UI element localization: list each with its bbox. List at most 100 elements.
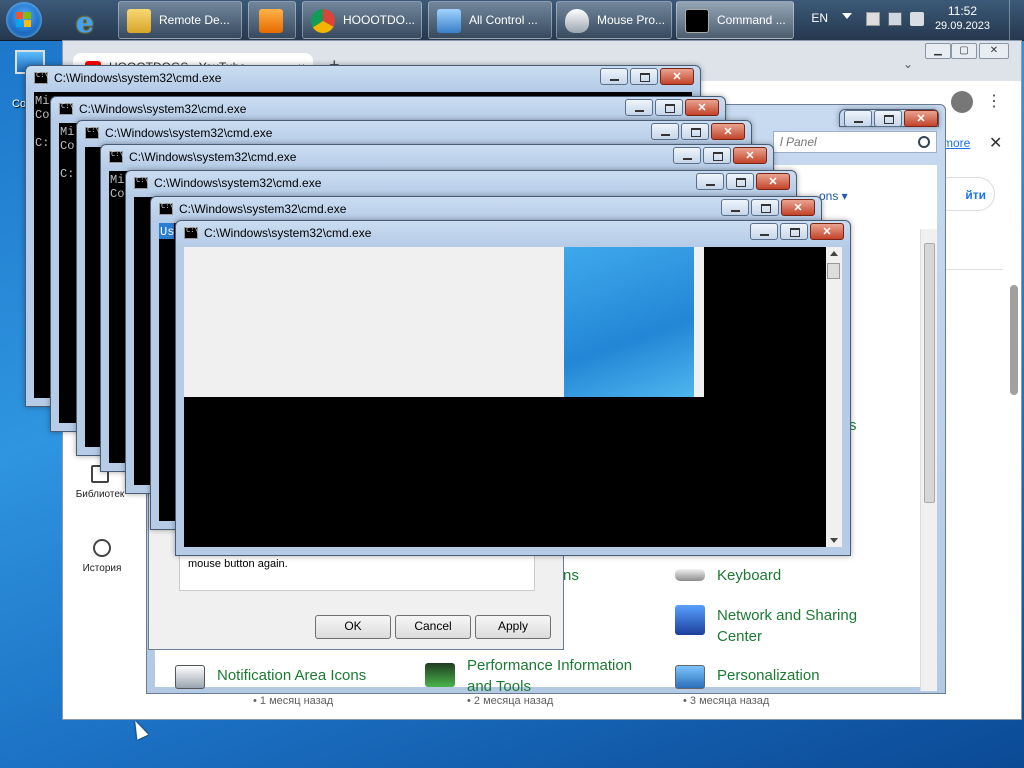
console-scrollbar[interactable]: [826, 247, 842, 547]
media-player-icon: [259, 9, 283, 33]
maximize-button[interactable]: [780, 223, 808, 240]
profile-avatar-icon[interactable]: [951, 91, 973, 113]
taskbar-remote-desktop[interactable]: Remote De...: [118, 1, 242, 39]
close-button[interactable]: [756, 173, 790, 190]
network-icon[interactable]: [888, 12, 902, 26]
cp-minimize-button[interactable]: [844, 110, 872, 127]
chrome-icon: [311, 9, 335, 33]
personalization-icon: [675, 665, 705, 689]
control-panel-scrollbar[interactable]: [920, 229, 937, 691]
taskbar-mouse-properties[interactable]: Mouse Pro...: [556, 1, 672, 39]
browser-close-button[interactable]: ✕: [979, 43, 1009, 59]
cmd-icon: [34, 71, 49, 84]
start-button[interactable]: [6, 2, 42, 38]
video-age: • 3 месяца назад: [683, 695, 770, 707]
cp-item-personalization[interactable]: Personalization: [675, 665, 820, 689]
console-output[interactable]: [184, 247, 842, 547]
history-icon: [93, 539, 111, 557]
control-panel-icon: [437, 9, 461, 33]
control-panel-search-input[interactable]: l Panel: [773, 131, 937, 153]
window-title: C:\Windows\system32\cmd.exe: [204, 226, 372, 240]
video-age: • 1 месяц назад: [253, 695, 334, 707]
windows-logo-icon: [16, 12, 32, 28]
volume-muted-icon[interactable]: [910, 12, 924, 26]
maximize-button[interactable]: [703, 147, 731, 164]
notice-close-icon[interactable]: ✕: [989, 133, 1002, 153]
maximize-button[interactable]: [630, 68, 658, 85]
partial-item-label: ns: [563, 567, 579, 584]
sidebar-item-history[interactable]: История: [67, 539, 137, 574]
cmd-icon: [159, 202, 174, 215]
maximize-button[interactable]: [726, 173, 754, 190]
window-title: C:\Windows\system32\cmd.exe: [179, 202, 347, 216]
browser-minimize-button[interactable]: ▁: [925, 43, 951, 59]
cmd-icon: [85, 126, 100, 139]
minimize-button[interactable]: [696, 173, 724, 190]
cp-item-network-sharing[interactable]: Network and Sharing Center: [675, 605, 887, 647]
folder-icon: [127, 9, 151, 33]
maximize-button[interactable]: [681, 123, 709, 140]
notification-area-icon: [175, 665, 205, 689]
ghost-wallpaper-region: [564, 247, 694, 397]
close-button[interactable]: [660, 68, 694, 85]
browser-scrollbar[interactable]: [1007, 285, 1021, 395]
taskbar-media-player[interactable]: [248, 1, 296, 39]
clock[interactable]: 11:52 29.09.2023: [935, 4, 990, 34]
network-icon: [675, 605, 705, 635]
show-desktop-button[interactable]: [1009, 0, 1024, 40]
ok-button[interactable]: OK: [315, 615, 391, 639]
mouse-icon: [565, 9, 589, 33]
window-title: C:\Windows\system32\cmd.exe: [154, 176, 322, 190]
taskbar-command-prompt[interactable]: Command ...: [676, 1, 794, 39]
window-title: C:\Windows\system32\cmd.exe: [79, 102, 247, 116]
window-title: C:\Windows\system32\cmd.exe: [54, 71, 222, 85]
taskbar-control-panel[interactable]: All Control ...: [428, 1, 552, 39]
close-button[interactable]: [711, 123, 745, 140]
cp-item-performance[interactable]: Performance Information and Tools: [425, 655, 657, 697]
ghost-scrollbar: [694, 247, 704, 397]
cp-close-button[interactable]: [904, 110, 938, 127]
action-center-icon[interactable]: [866, 12, 880, 26]
cmd-icon: [184, 226, 199, 239]
minimize-button[interactable]: [651, 123, 679, 140]
ghost-dialog-region: [184, 247, 564, 397]
cancel-button[interactable]: Cancel: [395, 615, 471, 639]
keyboard-icon: [675, 569, 705, 581]
search-icon: [918, 136, 930, 148]
divider: [943, 269, 1003, 270]
browser-menu-icon[interactable]: ⋮: [986, 91, 1002, 111]
close-button[interactable]: [781, 199, 815, 216]
performance-icon: [425, 663, 455, 687]
cmd-icon: [134, 176, 149, 189]
view-by-dropdown[interactable]: ons ▾: [819, 189, 848, 203]
minimize-button[interactable]: [600, 68, 628, 85]
cp-item-keyboard[interactable]: Keyboard: [675, 565, 781, 586]
internet-explorer-icon[interactable]: e: [64, 2, 110, 39]
taskbar: e Remote De... HOOOTDO... All Control ..…: [0, 0, 1024, 41]
language-indicator[interactable]: EN: [811, 11, 828, 25]
notice-more-link[interactable]: more: [943, 136, 970, 150]
window-title: C:\Windows\system32\cmd.exe: [105, 126, 273, 140]
minimize-button[interactable]: [625, 99, 653, 116]
minimize-button[interactable]: [750, 223, 778, 240]
browser-maximize-button[interactable]: ▢: [951, 43, 977, 59]
taskbar-chrome[interactable]: HOOOTDO...: [302, 1, 422, 39]
tab-search-chevron-icon[interactable]: ⌄: [903, 57, 913, 71]
minimize-button[interactable]: [673, 147, 701, 164]
cp-item-notification-area[interactable]: Notification Area Icons: [175, 665, 366, 689]
maximize-button[interactable]: [655, 99, 683, 116]
show-hidden-icons-arrow-icon[interactable]: [842, 13, 852, 19]
mouse-cursor-icon: [129, 718, 149, 740]
close-button[interactable]: [733, 147, 767, 164]
cmd-icon: [59, 102, 74, 115]
maximize-button[interactable]: [751, 199, 779, 216]
minimize-button[interactable]: [721, 199, 749, 216]
close-button[interactable]: [685, 99, 719, 116]
apply-button[interactable]: Apply: [475, 615, 551, 639]
cmd-window-active[interactable]: C:\Windows\system32\cmd.exe: [175, 220, 851, 556]
cp-maximize-button[interactable]: [874, 110, 902, 127]
close-button[interactable]: [810, 223, 844, 240]
click-lock-hint: mouse button again.: [179, 555, 535, 591]
system-tray: EN 11:52 29.09.2023: [794, 0, 1024, 40]
control-panel-window-buttons: [839, 109, 939, 127]
